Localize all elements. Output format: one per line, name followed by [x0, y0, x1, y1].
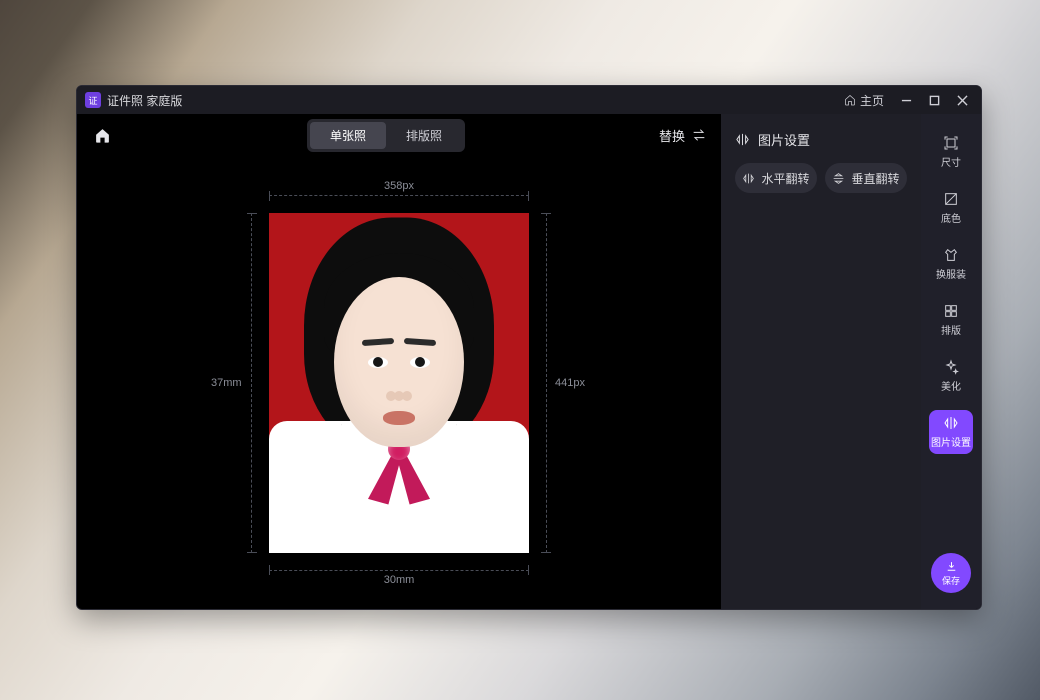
app-title: 证件照 家庭版: [107, 92, 182, 109]
main-page-label: 主页: [860, 92, 884, 109]
swap-icon: [691, 127, 707, 143]
side-panel: 图片设置 水平翻转 垂直翻转: [721, 114, 921, 609]
tab-layout[interactable]: 排版照: [386, 122, 462, 149]
flip-vertical-button[interactable]: 垂直翻转: [825, 163, 907, 193]
dim-label-right: 441px: [555, 377, 585, 389]
rail-item-image-settings[interactable]: 图片设置: [929, 410, 973, 454]
flip-icon: [943, 415, 959, 431]
photo-container: 358px 30mm 37mm 441px: [269, 213, 529, 553]
rail-item-size[interactable]: 尺寸: [929, 130, 973, 174]
flip-h-icon: [742, 172, 755, 185]
flip-horizontal-button[interactable]: 水平翻转: [735, 163, 817, 193]
close-button[interactable]: [951, 89, 973, 111]
bgcolor-icon: [943, 191, 959, 207]
main-page-button[interactable]: 主页: [839, 90, 889, 111]
titlebar: 证 证件照 家庭版 主页: [77, 86, 981, 114]
mode-tabs: 单张照 排版照: [307, 119, 465, 152]
portrait-face: [334, 277, 464, 447]
maximize-icon: [929, 95, 940, 106]
content-area: 单张照 排版照 替换: [77, 114, 981, 609]
ruler-left: [251, 213, 252, 553]
panel-title: 图片设置: [735, 130, 907, 149]
stage-wrap: 单张照 排版照 替换: [77, 114, 721, 609]
flip-buttons: 水平翻转 垂直翻转: [735, 163, 907, 193]
minimize-icon: [901, 95, 912, 106]
toolbar: 单张照 排版照 替换: [77, 114, 721, 156]
home-icon: [844, 94, 856, 106]
photo-preview[interactable]: [269, 213, 529, 553]
replace-label: 替换: [659, 126, 685, 145]
clothing-icon: [943, 247, 959, 263]
ruler-right: [546, 213, 547, 553]
replace-button[interactable]: 替换: [659, 126, 707, 145]
maximize-button[interactable]: [923, 89, 945, 111]
minimize-button[interactable]: [895, 89, 917, 111]
app-logo-icon: 证: [85, 92, 101, 108]
tool-rail: 尺寸 底色 换服装 排版 美化 图片设置: [921, 114, 981, 609]
home-button[interactable]: [91, 124, 113, 146]
save-button[interactable]: 保存: [931, 553, 971, 593]
ruler-top: [269, 195, 529, 196]
rail-item-clothing[interactable]: 换服装: [929, 242, 973, 286]
dim-label-bottom: 30mm: [384, 574, 415, 586]
ruler-bottom: [269, 570, 529, 571]
rail-item-bgcolor[interactable]: 底色: [929, 186, 973, 230]
rail-item-beautify[interactable]: 美化: [929, 354, 973, 398]
flip-icon: [735, 132, 750, 147]
dim-label-top: 358px: [384, 180, 414, 192]
layout-icon: [943, 303, 959, 319]
dim-label-left: 37mm: [211, 377, 242, 389]
close-icon: [957, 95, 968, 106]
app-window: 证 证件照 家庭版 主页 单张照 排版照: [76, 85, 982, 610]
house-icon: [94, 127, 111, 144]
canvas[interactable]: 358px 30mm 37mm 441px: [77, 156, 721, 609]
sparkle-icon: [943, 359, 959, 375]
rail-item-layout[interactable]: 排版: [929, 298, 973, 342]
flip-v-icon: [832, 172, 845, 185]
size-icon: [943, 135, 959, 151]
tab-single[interactable]: 单张照: [310, 122, 386, 149]
download-icon: [945, 560, 958, 573]
